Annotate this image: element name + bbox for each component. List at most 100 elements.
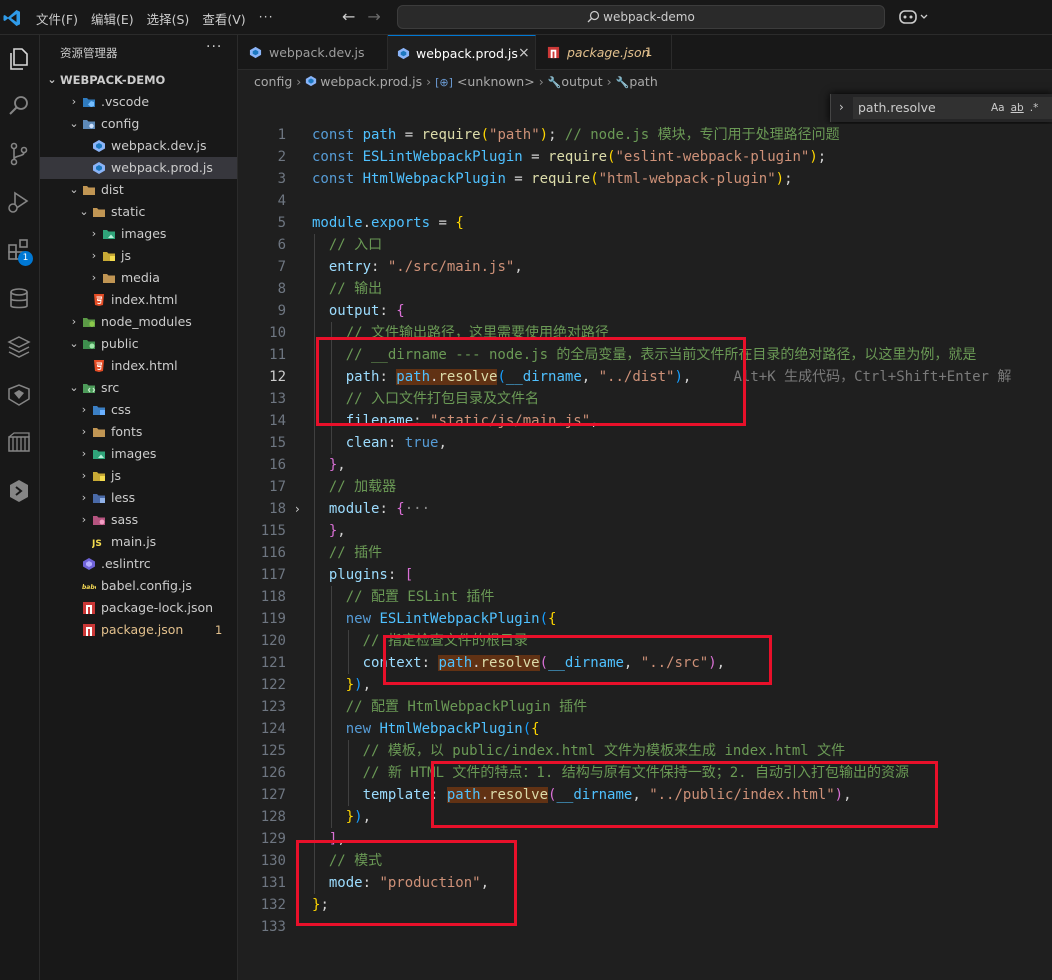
code-line[interactable]: 124 new HtmlWebpackPlugin({: [238, 718, 1052, 740]
whole-word-toggle[interactable]: ab: [1011, 102, 1024, 114]
code-line[interactable]: 117 plugins: [: [238, 564, 1052, 586]
menu-more-button[interactable]: ···: [259, 9, 274, 28]
breadcrumb-config[interactable]: config: [254, 74, 292, 89]
line-number: 117: [260, 567, 286, 583]
code-token: // 配置 ESLint 插件: [345, 589, 495, 605]
code-line[interactable]: 9 output: {: [238, 300, 1052, 322]
command-center-search[interactable]: webpack-demo: [397, 5, 885, 29]
explorer-icon[interactable]: [5, 45, 33, 73]
tree-item-babel-config-js[interactable]: babel babel.config.js: [40, 575, 237, 597]
code-line[interactable]: 4: [238, 190, 1052, 212]
code-line[interactable]: 116 // 插件: [238, 542, 1052, 564]
tree-item-js[interactable]: › js: [40, 245, 237, 267]
tree-item-node-modules[interactable]: › node_modules: [40, 311, 237, 333]
match-case-toggle[interactable]: Aa: [991, 102, 1005, 114]
toggle-replace-chevron-icon[interactable]: ›: [839, 100, 844, 114]
back-arrow-icon[interactable]: ←: [342, 7, 355, 26]
tree-item-config[interactable]: ⌄ config: [40, 113, 237, 135]
code-token: "./src/main.js": [387, 259, 515, 275]
code-token: new: [345, 721, 380, 737]
layers-icon[interactable]: [5, 333, 33, 361]
tree-item-package-json[interactable]: package.json 1: [40, 619, 237, 641]
menu-view[interactable]: 查看(V): [202, 9, 245, 28]
code-line[interactable]: 15 clean: true,: [238, 432, 1052, 454]
tab-webpack-dev[interactable]: webpack.dev.js: [238, 35, 388, 70]
tree-item-public[interactable]: ⌄ public: [40, 333, 237, 355]
close-icon[interactable]: ×: [518, 36, 530, 71]
tree-item-main-js[interactable]: JS main.js: [40, 531, 237, 553]
code-line[interactable]: 6 // 入口: [238, 234, 1052, 256]
tab-package-json[interactable]: package.json 1: [536, 35, 672, 70]
tree-item-label: images: [111, 446, 157, 461]
gitlens-icon[interactable]: [5, 381, 33, 409]
tree-item-dist[interactable]: ⌄ dist: [40, 179, 237, 201]
code-line[interactable]: 18 › module: {···: [238, 498, 1052, 520]
code-line[interactable]: 17 // 加载器: [238, 476, 1052, 498]
code-line[interactable]: 16 },: [238, 454, 1052, 476]
tree-item-label: less: [111, 490, 136, 505]
tree-item-media[interactable]: › media: [40, 267, 237, 289]
tree-item-webpack-prod-js[interactable]: webpack.prod.js: [40, 157, 237, 179]
tree-item-fonts[interactable]: › fonts: [40, 421, 237, 443]
tab-webpack-prod[interactable]: webpack.prod.js ×: [388, 35, 536, 70]
remote-explorer-icon[interactable]: [5, 477, 33, 505]
source-control-icon[interactable]: [5, 140, 33, 168]
code-line[interactable]: 1 const path = require("path"); // node.j…: [238, 124, 1052, 146]
code-line[interactable]: 118 // 配置 ESLint 插件: [238, 586, 1052, 608]
code-line[interactable]: 3 const HtmlWebpackPlugin = require("html…: [238, 168, 1052, 190]
tree-item-src[interactable]: ⌄ src: [40, 377, 237, 399]
tree-item-index-html[interactable]: index.html: [40, 355, 237, 377]
extensions-badge: 1: [18, 251, 33, 266]
tree-item-css[interactable]: › css: [40, 399, 237, 421]
breadcrumb-file[interactable]: webpack.prod.js: [320, 74, 422, 89]
line-number: 129: [260, 831, 286, 847]
code-line[interactable]: 125 // 模板，以 public/index.html 文件为模板来生成 i…: [238, 740, 1052, 762]
tree-item-eslintrc[interactable]: .eslintrc: [40, 553, 237, 575]
database-icon[interactable]: [5, 285, 33, 313]
tree-item-static[interactable]: ⌄ static: [40, 201, 237, 223]
forward-arrow-icon[interactable]: →: [367, 7, 380, 26]
container-icon[interactable]: [5, 429, 33, 457]
vscode-logo-icon[interactable]: [2, 8, 22, 28]
tree-item-package-lock-json[interactable]: package-lock.json: [40, 597, 237, 619]
breadcrumb-output[interactable]: output: [561, 74, 602, 89]
regex-toggle[interactable]: .*: [1030, 102, 1039, 114]
explorer-more-button[interactable]: ···: [206, 39, 222, 55]
menu-file[interactable]: 文件(F): [36, 9, 78, 28]
tree-item-images[interactable]: › images: [40, 443, 237, 465]
code-line[interactable]: 5 module.exports = {: [238, 212, 1052, 234]
tree-item-less[interactable]: › less: [40, 487, 237, 509]
tree-item-vscode[interactable]: › .vscode: [40, 91, 237, 113]
tree-item-webpack-dev-js[interactable]: webpack.dev.js: [40, 135, 237, 157]
tree-item-index-html[interactable]: index.html: [40, 289, 237, 311]
menu-selection[interactable]: 选择(S): [147, 9, 190, 28]
tree-item-js[interactable]: › js: [40, 465, 237, 487]
code-line[interactable]: 8 // 输出: [238, 278, 1052, 300]
tree-item-label: static: [111, 204, 146, 219]
code-line[interactable]: 7 entry: "./src/main.js",: [238, 256, 1052, 278]
code-line[interactable]: 119 new ESLintWebpackPlugin({: [238, 608, 1052, 630]
code-text: // 入口: [312, 234, 382, 256]
fold-chevron-icon[interactable]: ›: [295, 498, 300, 520]
tree-item-label: public: [101, 336, 139, 351]
code-line[interactable]: 2 const ESLintWebpackPlugin = require("es…: [238, 146, 1052, 168]
code-token: "path": [489, 127, 540, 143]
breadcrumb-unknown[interactable]: <unknown>: [457, 74, 535, 89]
copilot-icon[interactable]: [898, 8, 932, 26]
workspace-root[interactable]: ⌄ WEBPACK-DEMO: [40, 69, 237, 91]
code-line[interactable]: 123 // 配置 HtmlWebpackPlugin 插件: [238, 696, 1052, 718]
tree-item-images[interactable]: › images: [40, 223, 237, 245]
run-debug-icon[interactable]: [5, 188, 33, 216]
menu-edit[interactable]: 编辑(E): [91, 9, 134, 28]
breadcrumb-path[interactable]: path: [629, 74, 657, 89]
code-token: "html-webpack-plugin": [598, 171, 776, 187]
code-line[interactable]: 115 },: [238, 520, 1052, 542]
search-view-icon[interactable]: [5, 92, 33, 120]
code-token: ESLintWebpackPlugin: [362, 149, 523, 165]
tree-item-sass[interactable]: › sass: [40, 509, 237, 531]
code-token: ): [809, 149, 818, 165]
